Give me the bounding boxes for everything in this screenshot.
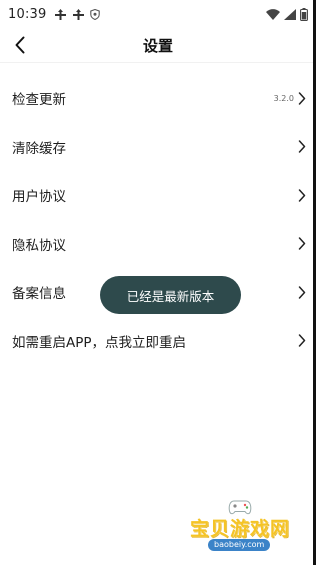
relay-icon (72, 8, 85, 20)
status-left: 10:39 (8, 6, 101, 22)
item-right: 3.2.0 (274, 92, 306, 105)
item-label: 清除缓存 (12, 140, 66, 157)
nav-bar: 设置 (0, 28, 316, 63)
restart-app-item[interactable]: 如需重启APP，点我立即重启 (0, 317, 316, 366)
item-right (298, 334, 306, 347)
item-right (298, 286, 306, 299)
item-label: 检查更新 (12, 92, 66, 109)
clear-cache-item[interactable]: 清除缓存 (0, 123, 316, 172)
item-right (298, 237, 306, 250)
status-notification-icons (54, 8, 101, 20)
version-value: 3.2.0 (273, 93, 294, 103)
watermark-url: baobeiy.com (208, 539, 271, 551)
relay-icon (54, 8, 67, 20)
chevron-right-icon (298, 140, 306, 153)
status-bar: 10:39 (0, 0, 316, 28)
check-update-item[interactable]: 检查更新 3.2.0 (0, 74, 316, 123)
wifi-icon (266, 8, 280, 20)
signal-icon (284, 8, 296, 20)
privacy-policy-item[interactable]: 隐私协议 (0, 220, 316, 269)
screen-edge (313, 0, 316, 565)
settings-list: 检查更新 3.2.0 清除缓存 用户协议 隐私协议 备案信息 如需重启APP，点… (0, 74, 316, 365)
status-time: 10:39 (8, 6, 47, 22)
chevron-right-icon (298, 189, 306, 202)
item-label: 隐私协议 (12, 237, 66, 254)
page-title: 设置 (142, 36, 173, 55)
battery-icon (300, 7, 308, 21)
item-label: 备案信息 (12, 286, 66, 303)
item-label: 用户协议 (12, 189, 66, 206)
status-right (266, 7, 308, 21)
chevron-right-icon (298, 92, 306, 105)
watermark-title: 宝贝游戏网 (190, 518, 291, 540)
item-right (298, 140, 306, 153)
back-button[interactable] (6, 31, 34, 59)
item-label: 如需重启APP，点我立即重启 (12, 334, 187, 351)
chevron-right-icon (298, 237, 306, 250)
shield-icon (90, 8, 101, 20)
watermark-logo: 宝贝游戏网 baobeiy.com (188, 498, 298, 554)
item-right (298, 189, 306, 202)
chevron-left-icon (14, 36, 26, 54)
chevron-right-icon (298, 334, 306, 347)
user-agreement-item[interactable]: 用户协议 (0, 171, 316, 220)
chevron-right-icon (298, 286, 306, 299)
toast-message: 已经是最新版本 (100, 276, 241, 314)
